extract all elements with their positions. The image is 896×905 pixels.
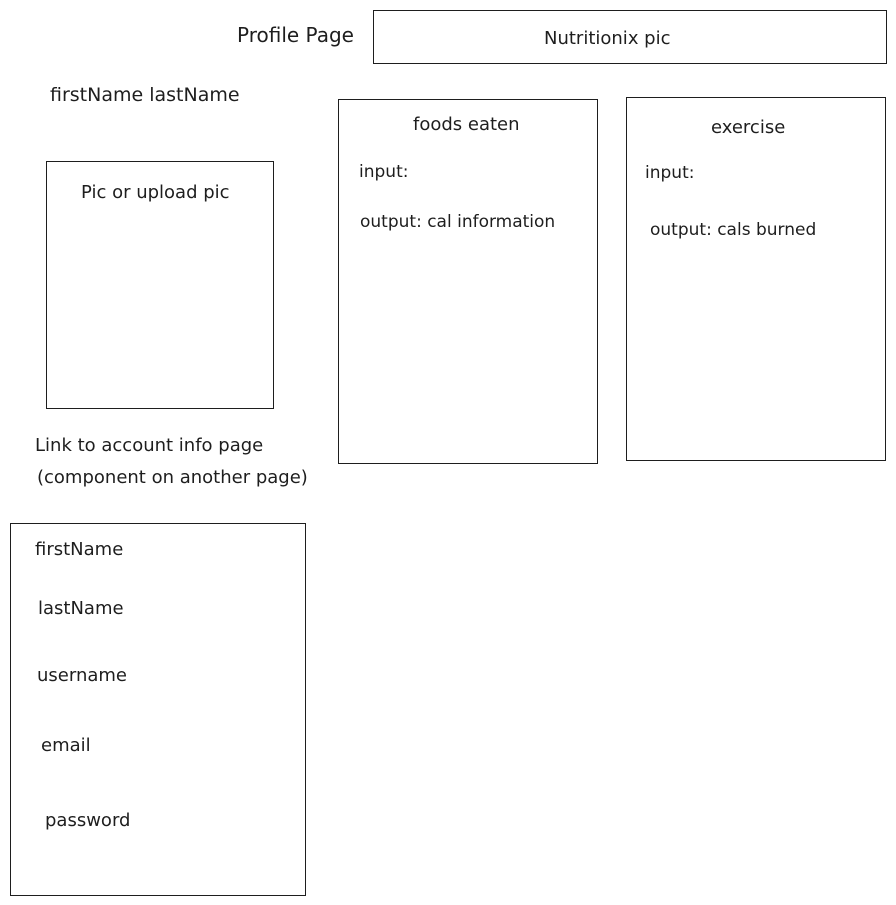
account-info-link[interactable]: Link to account info page (component on … bbox=[35, 437, 335, 493]
foods-eaten-panel: foods eaten input: output: cal informati… bbox=[338, 99, 598, 464]
banner-label: Nutritionix pic bbox=[544, 28, 671, 49]
profile-pic-box[interactable]: Pic or upload pic bbox=[46, 161, 274, 409]
field-lastname[interactable]: lastName bbox=[38, 600, 124, 618]
foods-output-label: output: cal information bbox=[360, 212, 556, 232]
exercise-input-label: input: bbox=[645, 163, 695, 183]
field-firstname[interactable]: firstName bbox=[35, 541, 123, 559]
field-email[interactable]: email bbox=[41, 737, 91, 755]
exercise-title: exercise bbox=[711, 117, 786, 138]
foods-eaten-title: foods eaten bbox=[413, 114, 520, 135]
profile-name: firstName lastName bbox=[50, 84, 240, 106]
field-password[interactable]: password bbox=[45, 812, 130, 830]
account-info-link-line2: (component on another page) bbox=[37, 467, 308, 488]
profile-pic-label: Pic or upload pic bbox=[81, 182, 230, 203]
field-username[interactable]: username bbox=[37, 667, 127, 685]
nutritionix-banner: Nutritionix pic bbox=[373, 10, 887, 64]
account-info-form: firstName lastName username email passwo… bbox=[10, 523, 306, 896]
account-info-link-line1: Link to account info page bbox=[35, 435, 264, 456]
foods-input-label: input: bbox=[359, 162, 409, 182]
page-title: Profile Page bbox=[237, 23, 354, 47]
exercise-panel: exercise input: output: cals burned bbox=[626, 97, 886, 461]
exercise-output-label: output: cals burned bbox=[650, 220, 817, 240]
